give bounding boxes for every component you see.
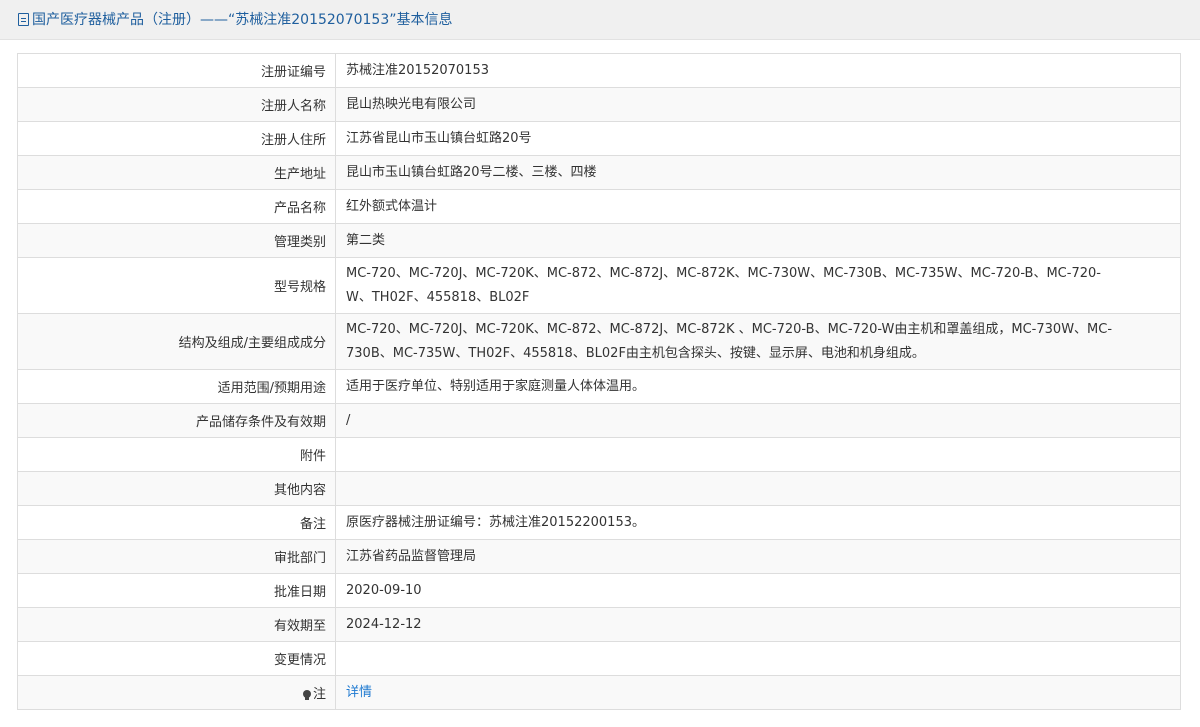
row-value-line: 2020-09-10 <box>346 582 422 598</box>
table-row: 管理类别 第二类 <box>17 223 1181 258</box>
note-value-cell: 详情 <box>335 675 1181 710</box>
row-value: 红外额式体温计 <box>335 189 1181 224</box>
row-value: 2024-12-12 <box>335 607 1181 642</box>
table-row: 批准日期 2020-09-10 <box>17 573 1181 608</box>
row-label: 审批部门 <box>17 539 336 574</box>
row-value-line: W、TH02F、455818、BL02F <box>346 289 530 305</box>
note-row: 注 详情 <box>17 675 1181 710</box>
table-row: 注册证编号 苏械注准20152070153 <box>17 53 1181 88</box>
document-icon <box>18 13 29 26</box>
table-row: 生产地址 昆山市玉山镇台虹路20号二楼、三楼、四楼 <box>17 155 1181 190</box>
row-value-line: 江苏省药品监督管理局 <box>346 548 477 564</box>
row-value-line: 2024-12-12 <box>346 616 422 632</box>
table-row: 备注 原医疗器械注册证编号：苏械注准20152200153。 <box>17 505 1181 540</box>
row-label: 注册人住所 <box>17 121 336 156</box>
row-label: 适用范围/预期用途 <box>17 369 336 404</box>
row-value: 江苏省昆山市玉山镇台虹路20号 <box>335 121 1181 156</box>
table-row: 有效期至 2024-12-12 <box>17 607 1181 642</box>
row-label: 变更情况 <box>17 641 336 676</box>
page: 国产医疗器械产品（注册）——“苏械注准20152070153”基本信息 注册证编… <box>0 0 1200 727</box>
row-value: / <box>335 403 1181 438</box>
info-table: 注册证编号 苏械注准20152070153 注册人名称 昆山热映光电有限公司 注册人住所… <box>17 53 1181 710</box>
row-value-line: 苏械注准20152070153 <box>346 62 489 78</box>
details-link[interactable]: 详情 <box>346 685 372 700</box>
row-value: 苏械注准20152070153 <box>335 53 1181 88</box>
row-label: 备注 <box>17 505 336 540</box>
row-value: 江苏省药品监督管理局 <box>335 539 1181 574</box>
table-row: 附件 <box>17 437 1181 472</box>
row-value-line: 江苏省昆山市玉山镇台虹路20号 <box>346 130 532 146</box>
info-table-body: 注册证编号 苏械注准20152070153 注册人名称 昆山热映光电有限公司 注册人住所… <box>17 53 1181 710</box>
row-value: 适用于医疗单位、特别适用于家庭测量人体体温用。 <box>335 369 1181 404</box>
row-label: 管理类别 <box>17 223 336 258</box>
note-label-cell: 注 <box>17 675 336 710</box>
row-value-line: 红外额式体温计 <box>346 198 438 214</box>
row-value: 昆山热映光电有限公司 <box>335 87 1181 122</box>
row-value: MC-720、MC-720J、MC-720K、MC-872、MC-872J、MC… <box>335 257 1181 314</box>
row-label: 结构及组成/主要组成成分 <box>17 313 336 370</box>
row-value: 原医疗器械注册证编号：苏械注准20152200153。 <box>335 505 1181 540</box>
row-value-line: 第二类 <box>346 232 386 248</box>
table-row: 变更情况 <box>17 641 1181 676</box>
row-value-line: 昆山热映光电有限公司 <box>346 96 477 112</box>
row-label: 型号规格 <box>17 257 336 314</box>
row-label: 产品储存条件及有效期 <box>17 403 336 438</box>
row-label: 批准日期 <box>17 573 336 608</box>
row-value-line: MC-720、MC-720J、MC-720K、MC-872、MC-872J、MC… <box>346 265 1101 281</box>
row-value: 2020-09-10 <box>335 573 1181 608</box>
page-title: 国产医疗器械产品（注册）——“苏械注准20152070153”基本信息 <box>18 0 452 40</box>
row-value <box>335 641 1181 676</box>
row-value: 昆山市玉山镇台虹路20号二楼、三楼、四楼 <box>335 155 1181 190</box>
row-label: 有效期至 <box>17 607 336 642</box>
table-row: 产品储存条件及有效期 / <box>17 403 1181 438</box>
scroll-edge <box>1183 40 1200 727</box>
row-value-line: MC-720、MC-720J、MC-720K、MC-872、MC-872J、MC… <box>346 321 1113 337</box>
table-row: 型号规格 MC-720、MC-720J、MC-720K、MC-872、MC-872… <box>17 257 1181 314</box>
table-row: 适用范围/预期用途 适用于医疗单位、特别适用于家庭测量人体体温用。 <box>17 369 1181 404</box>
table-row: 结构及组成/主要组成成分 MC-720、MC-720J、MC-720K、MC-87… <box>17 313 1181 370</box>
table-row: 注册人名称 昆山热映光电有限公司 <box>17 87 1181 122</box>
row-value-line: / <box>346 412 351 428</box>
table-row: 注册人住所 江苏省昆山市玉山镇台虹路20号 <box>17 121 1181 156</box>
row-value <box>335 471 1181 506</box>
row-value-line: 730B、MC-735W、TH02F、455818、BL02F由主机包含探头、按… <box>346 345 925 361</box>
row-value-line: 昆山市玉山镇台虹路20号二楼、三楼、四楼 <box>346 164 597 180</box>
row-label: 产品名称 <box>17 189 336 224</box>
row-label: 注册人名称 <box>17 87 336 122</box>
row-label: 附件 <box>17 437 336 472</box>
row-value: MC-720、MC-720J、MC-720K、MC-872、MC-872J、MC… <box>335 313 1181 370</box>
row-label: 注册证编号 <box>17 53 336 88</box>
page-title-text: 国产医疗器械产品（注册）——“苏械注准20152070153”基本信息 <box>32 12 453 28</box>
row-value: 第二类 <box>335 223 1181 258</box>
row-value <box>335 437 1181 472</box>
title-bar: 国产医疗器械产品（注册）——“苏械注准20152070153”基本信息 <box>0 0 1200 40</box>
lightbulb-icon <box>302 690 311 700</box>
table-row: 其他内容 <box>17 471 1181 506</box>
row-label: 其他内容 <box>17 471 336 506</box>
row-value-line: 原医疗器械注册证编号：苏械注准20152200153。 <box>346 514 645 530</box>
table-row: 审批部门 江苏省药品监督管理局 <box>17 539 1181 574</box>
note-label: 注 <box>312 687 326 702</box>
table-row: 产品名称 红外额式体温计 <box>17 189 1181 224</box>
row-label: 生产地址 <box>17 155 336 190</box>
row-value-line: 适用于医疗单位、特别适用于家庭测量人体体温用。 <box>346 378 646 394</box>
